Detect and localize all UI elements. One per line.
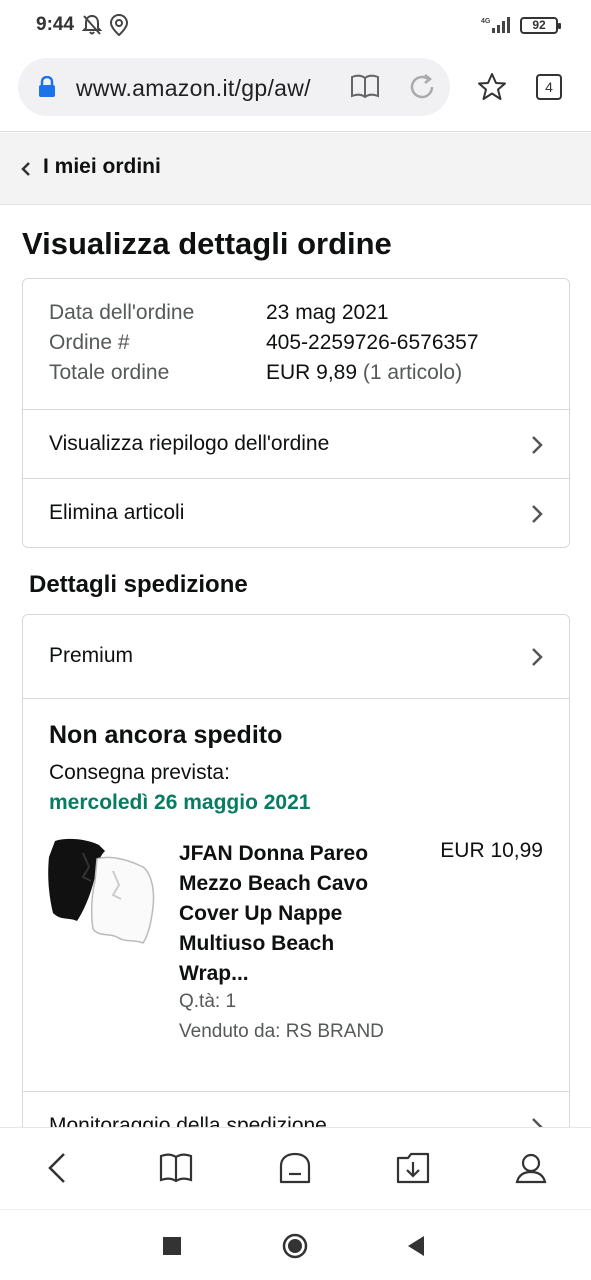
shipment-section-title: Dettagli spedizione bbox=[29, 571, 248, 598]
url-text[interactable]: www.amazon.it/gp/aw/ bbox=[76, 75, 324, 102]
browser-toolbar: www.amazon.it/gp/aw/ 4 bbox=[0, 52, 591, 132]
downloads-icon[interactable] bbox=[395, 1150, 431, 1186]
back-triangle-icon[interactable] bbox=[406, 1235, 426, 1262]
profile-icon[interactable] bbox=[513, 1150, 549, 1186]
order-date-label: Data dell'ordine bbox=[49, 301, 195, 324]
chevron-left-icon bbox=[20, 161, 32, 182]
bookmark-star-icon[interactable] bbox=[477, 72, 507, 107]
tabs-icon[interactable]: 4 bbox=[536, 74, 562, 100]
page-title: Visualizza dettagli ordine bbox=[22, 226, 392, 261]
order-number-label: Ordine # bbox=[49, 331, 130, 354]
order-total-label: Totale ordine bbox=[49, 361, 170, 384]
reader-mode-icon[interactable] bbox=[350, 73, 380, 106]
total-amount: EUR 9,89 bbox=[266, 361, 358, 384]
back-icon[interactable] bbox=[40, 1150, 76, 1186]
chevron-right-icon bbox=[531, 504, 543, 529]
product-quantity: Q.tà: 1 bbox=[179, 991, 237, 1012]
view-order-summary-label: Visualizza riepilogo dell'ordine bbox=[49, 432, 330, 455]
browser-bottom-toolbar bbox=[0, 1127, 591, 1209]
system-nav-bar bbox=[0, 1209, 591, 1280]
view-order-summary-row[interactable]: Visualizza riepilogo dell'ordine bbox=[23, 409, 569, 479]
chevron-right-icon bbox=[531, 647, 543, 672]
address-bar[interactable]: www.amazon.it/gp/aw/ bbox=[18, 58, 450, 116]
svg-text:4G: 4G bbox=[481, 18, 491, 25]
order-date-value: 23 mag 2021 bbox=[266, 301, 389, 324]
home-icon[interactable] bbox=[277, 1150, 313, 1186]
location-icon bbox=[109, 13, 129, 41]
notifications-off-icon bbox=[81, 14, 103, 41]
recents-icon[interactable] bbox=[163, 1237, 181, 1260]
reload-icon[interactable] bbox=[408, 73, 436, 106]
shipping-method-row[interactable]: Premium bbox=[23, 615, 569, 699]
product-title-link[interactable]: JFAN Donna Pareo Mezzo Beach Cavo Cover … bbox=[179, 839, 389, 989]
shipment-status: Non ancora spedito bbox=[49, 721, 283, 749]
delivery-label: Consegna prevista: bbox=[49, 761, 230, 784]
status-bar: 9:44 4G 92 bbox=[0, 0, 591, 52]
product-price: EUR 10,99 bbox=[440, 839, 543, 862]
delete-items-row[interactable]: Elimina articoli bbox=[23, 478, 569, 548]
product-image[interactable] bbox=[47, 837, 157, 949]
order-number-value: 405-2259726-6576357 bbox=[266, 331, 479, 354]
order-total-value: EUR 9,89 (1 articolo) bbox=[266, 361, 462, 385]
shipment-card: Premium Non ancora spedito Consegna prev… bbox=[22, 614, 570, 1154]
home-circle-icon[interactable] bbox=[282, 1233, 308, 1264]
bookmarks-icon[interactable] bbox=[158, 1150, 194, 1186]
back-link[interactable]: I miei ordini bbox=[43, 155, 161, 179]
back-nav[interactable]: I miei ordini bbox=[0, 133, 591, 205]
battery-icon: 92 bbox=[520, 17, 561, 34]
shipping-method-label: Premium bbox=[49, 644, 134, 667]
delete-items-label: Elimina articoli bbox=[49, 501, 185, 524]
chevron-right-icon bbox=[531, 435, 543, 460]
signal-icon: 4G bbox=[480, 16, 512, 39]
delivery-date: mercoledì 26 maggio 2021 bbox=[49, 791, 311, 814]
status-time: 9:44 bbox=[36, 14, 75, 35]
lock-icon[interactable] bbox=[38, 75, 56, 103]
product-seller: Venduto da: RS BRAND bbox=[179, 1021, 384, 1042]
order-info-card: Data dell'ordine 23 mag 2021 Ordine # 40… bbox=[22, 278, 570, 548]
total-items: (1 articolo) bbox=[362, 361, 463, 384]
